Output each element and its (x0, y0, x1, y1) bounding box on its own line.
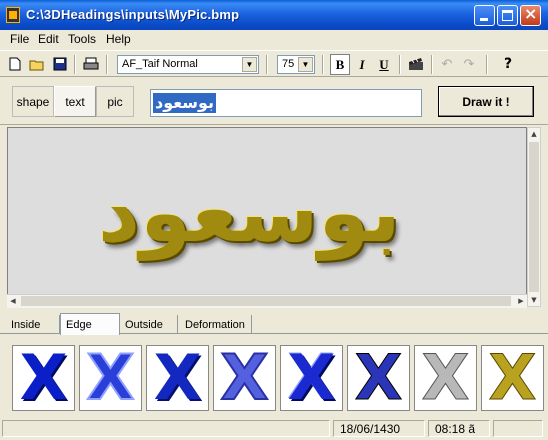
tab-inside[interactable]: Inside (6, 315, 60, 334)
close-icon: × (524, 4, 538, 23)
open-folder-icon[interactable] (28, 55, 46, 73)
menu-help[interactable]: Help (106, 32, 131, 46)
window-title: C:\3DHeadings\inputs\MyPic.bmp (26, 7, 240, 22)
edge-style-3[interactable]: X (146, 345, 209, 411)
edge-style-5[interactable]: X (280, 345, 343, 411)
heading-text-value: بوسعود (153, 93, 217, 113)
scroll-left-icon[interactable]: ◀ (7, 295, 19, 307)
scroll-right-icon[interactable]: ▶ (515, 295, 527, 307)
horizontal-scrollbar[interactable]: ◀ ▶ (7, 294, 527, 308)
toolbar-separator (399, 55, 401, 74)
toolbar: AF_Taif Normal ▼ 75 ▼ B I U ↶ ↷ ? (0, 50, 548, 77)
mode-pic-button[interactable]: pic (96, 86, 134, 117)
maximize-button[interactable] (497, 5, 518, 26)
scroll-up-icon[interactable]: ▲ (528, 128, 540, 140)
edge-style-2[interactable]: X (79, 345, 142, 411)
app-icon[interactable] (6, 7, 20, 23)
mode-text-button[interactable]: text (54, 86, 96, 117)
menu-edit[interactable]: Edit (38, 32, 59, 46)
toolbar-separator (106, 55, 108, 74)
new-file-icon[interactable] (6, 55, 24, 73)
font-name-value: AF_Taif Normal (122, 58, 198, 70)
font-size-value: 75 (282, 58, 295, 70)
mode-shape-button[interactable]: shape (12, 86, 54, 117)
preview-canvas[interactable]: بوسعود (7, 127, 527, 307)
status-extra (493, 420, 543, 437)
menu-bar: File Edit Tools Help (0, 30, 548, 49)
style-preview: X (354, 345, 403, 411)
tab-deformation[interactable]: Deformation (180, 315, 252, 334)
scroll-down-icon[interactable]: ▼ (528, 294, 540, 306)
draw-button[interactable]: Draw it ! (438, 86, 534, 117)
title-bar: C:\3DHeadings\inputs\MyPic.bmp × (0, 0, 548, 30)
style-tabs: Inside Edge Outside Deformation (0, 313, 548, 335)
undo-icon[interactable]: ↶ (438, 55, 456, 73)
chevron-down-icon[interactable]: ▼ (298, 57, 313, 72)
status-time: 08:18 ã (428, 420, 490, 437)
tab-outside[interactable]: Outside (120, 315, 178, 334)
save-icon[interactable] (51, 55, 69, 73)
font-size-select[interactable]: 75 ▼ (277, 55, 315, 74)
toolbar-separator (431, 55, 433, 74)
maximize-icon (502, 10, 513, 21)
heading-text-input[interactable]: بوسعود (150, 89, 422, 117)
status-message (2, 420, 330, 437)
print-icon[interactable] (82, 55, 100, 73)
toolbar-separator (486, 55, 488, 74)
bold-button[interactable]: B (330, 54, 350, 75)
style-preview: X (287, 345, 336, 411)
edge-style-1[interactable]: X (12, 345, 75, 411)
style-preview: X (19, 345, 68, 411)
style-preview: X (86, 345, 136, 411)
toolbar-separator (74, 55, 76, 74)
status-date: 18/06/1430 (333, 420, 425, 437)
chevron-down-icon[interactable]: ▼ (242, 57, 257, 72)
font-name-select[interactable]: AF_Taif Normal ▼ (117, 55, 259, 74)
scroll-thumb[interactable] (529, 142, 539, 292)
edge-style-6[interactable]: X (347, 345, 410, 411)
edge-style-gallery: X X X X X X X X (10, 345, 548, 413)
rendered-heading: بوسعود (98, 166, 401, 261)
edge-style-4[interactable]: X (213, 345, 276, 411)
minimize-button[interactable] (474, 5, 495, 26)
toolbar-separator (266, 55, 268, 74)
help-icon[interactable]: ? (499, 55, 517, 73)
mode-bar: shape text pic بوسعود Draw it ! (0, 77, 548, 125)
redo-icon[interactable]: ↷ (460, 55, 478, 73)
toolbar-separator (322, 55, 324, 74)
italic-button[interactable]: I (352, 54, 372, 75)
edge-style-7[interactable]: X (414, 345, 477, 411)
underline-button[interactable]: U (374, 54, 394, 75)
close-button[interactable]: × (520, 4, 541, 26)
tab-edge[interactable]: Edge (60, 313, 120, 335)
edge-style-8[interactable]: X (481, 345, 544, 411)
minimize-icon (480, 18, 488, 21)
style-preview: X (421, 345, 470, 411)
status-bar: 18/06/1430 08:18 ã (0, 418, 548, 440)
menu-file[interactable]: File (10, 32, 29, 46)
style-preview: X (220, 345, 270, 411)
style-preview: X (488, 345, 537, 411)
menu-tools[interactable]: Tools (68, 32, 96, 46)
vertical-scrollbar[interactable]: ▲ ▼ (527, 127, 541, 307)
clapper-icon[interactable] (407, 55, 425, 73)
style-preview: X (153, 345, 202, 411)
scroll-thumb[interactable] (21, 296, 511, 306)
